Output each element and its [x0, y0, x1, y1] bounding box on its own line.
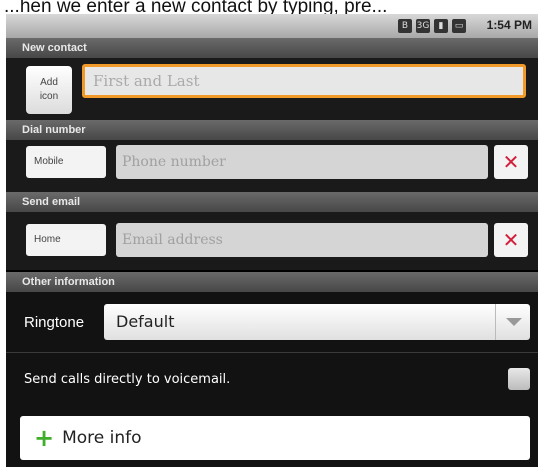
status-time: 1:54 PM [486, 18, 532, 32]
phone-type-button[interactable]: Mobile [26, 146, 106, 178]
divider [6, 352, 538, 353]
add-icon-button[interactable]: Add icon [26, 66, 72, 114]
close-icon: ✕ [502, 150, 520, 174]
email-input[interactable]: Email address [116, 223, 488, 257]
data-icon: 3G [416, 19, 430, 33]
email-type-button[interactable]: Home [26, 224, 106, 256]
phone-number-input[interactable]: Phone number [116, 145, 488, 179]
remove-phone-button[interactable]: ✕ [494, 145, 528, 179]
more-info-label: More info [62, 428, 142, 448]
ringtone-select[interactable]: Default [104, 304, 530, 340]
ringtone-label: Ringtone [24, 314, 85, 331]
voicemail-label: Send calls directly to voicemail. [24, 372, 231, 387]
close-icon: ✕ [502, 228, 520, 252]
section-header-new-contact: New contact [6, 38, 538, 58]
phone-screen: B 3G ▮ ▭ 1:54 PM New contact Add icon Fi… [6, 14, 538, 467]
add-icon-label-line2: icon [39, 91, 59, 102]
add-icon-label-line1: Add [40, 77, 58, 88]
plus-icon: + [34, 424, 55, 452]
status-icons: B 3G ▮ ▭ [398, 19, 466, 33]
battery-icon: ▭ [452, 19, 466, 33]
section-header-send-email: Send email [6, 192, 538, 212]
bluetooth-icon: B [398, 19, 412, 33]
signal-icon: ▮ [434, 19, 448, 33]
status-bar: B 3G ▮ ▭ 1:54 PM [6, 14, 538, 39]
remove-email-button[interactable]: ✕ [494, 223, 528, 257]
chevron-down-icon [506, 318, 522, 326]
voicemail-checkbox[interactable] [508, 368, 530, 390]
section-header-dial-number: Dial number [6, 120, 538, 140]
ringtone-value: Default [116, 312, 175, 331]
section-header-other-information: Other information [6, 272, 538, 292]
select-divider [495, 304, 496, 340]
name-input[interactable]: First and Last [82, 64, 526, 98]
more-info-button[interactable]: + More info [20, 416, 530, 460]
